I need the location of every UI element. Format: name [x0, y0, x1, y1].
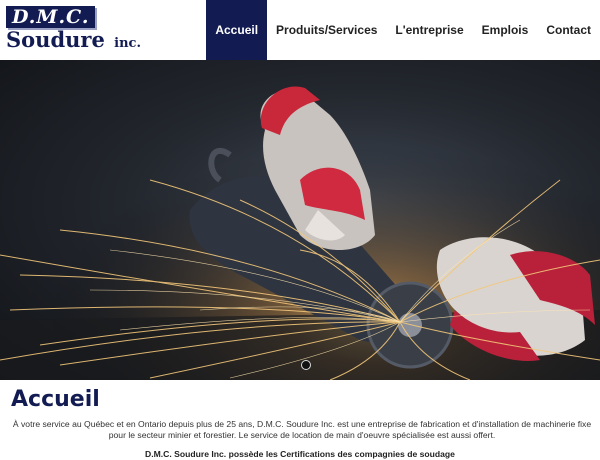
main-navigation: Accueil Produits/Services L'entreprise E… [206, 0, 600, 60]
logo-initials: D.M.C. [6, 6, 96, 28]
logo-wordmark: Soudure inc. [6, 28, 141, 56]
hero-image-grinding-sparks [0, 60, 600, 380]
company-logo[interactable]: D.M.C. Soudure inc. [6, 6, 141, 56]
certifications-text: D.M.C. Soudure Inc. possède les Certific… [145, 449, 455, 459]
nav-item-produits-services[interactable]: Produits/Services [267, 0, 386, 60]
hero-slider [0, 60, 600, 380]
nav-item-emplois[interactable]: Emplois [473, 0, 538, 60]
main-content: Accueil À votre service au Québec et en … [0, 380, 600, 460]
slider-dot-indicator[interactable] [301, 360, 311, 370]
nav-item-accueil[interactable]: Accueil [206, 0, 268, 60]
site-header: D.M.C. Soudure inc. Accueil Produits/Ser… [0, 0, 600, 60]
page-title: Accueil [11, 387, 100, 412]
intro-paragraph: À votre service au Québec et en Ontario … [12, 419, 592, 440]
nav-item-contact[interactable]: Contact [537, 0, 600, 60]
logo-name: Soudure [6, 27, 105, 52]
logo-suffix: inc. [114, 36, 141, 51]
nav-item-entreprise[interactable]: L'entreprise [386, 0, 472, 60]
